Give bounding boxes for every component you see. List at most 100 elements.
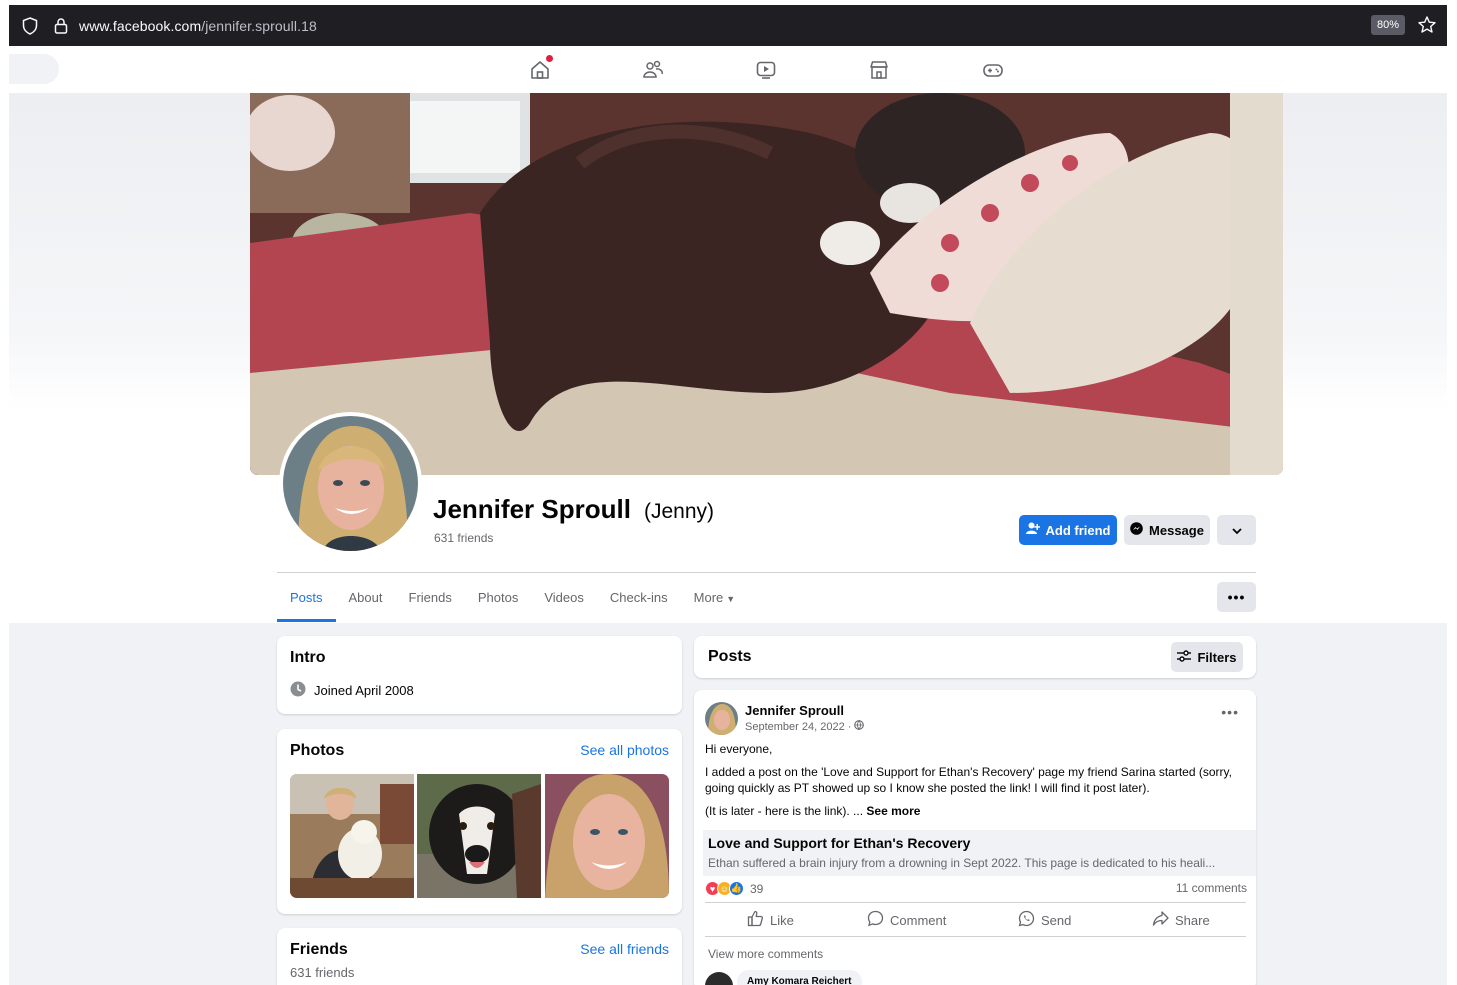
commenter-name[interactable]: Amy Komara Reichert <box>737 970 862 985</box>
notification-dot <box>546 55 553 62</box>
tab-friends[interactable]: Friends <box>396 576 465 622</box>
profile-options-button[interactable]: ••• <box>1217 582 1256 612</box>
joined-info: Joined April 2008 <box>290 681 414 700</box>
globe-icon <box>854 720 865 733</box>
post-later-line: (It is later - here is the link). ... Se… <box>705 803 1250 819</box>
tab-check-ins[interactable]: Check-ins <box>597 576 681 622</box>
header-divider <box>277 572 1256 573</box>
caret-down-icon: ▼ <box>726 594 736 604</box>
message-label: Message <box>1149 522 1204 538</box>
intro-title: Intro <box>290 649 326 666</box>
url-host: www.facebook.com <box>79 17 202 34</box>
comment-count[interactable]: 11 comments <box>1176 881 1247 895</box>
posts-title: Posts <box>708 648 752 665</box>
search-input[interactable] <box>9 54 59 84</box>
see-all-friends-link[interactable]: See all friends <box>580 941 669 957</box>
send-button[interactable]: Send <box>1018 910 1071 930</box>
marketplace-icon[interactable] <box>867 58 891 82</box>
more-dots-icon: ••• <box>1227 589 1246 605</box>
gaming-icon[interactable] <box>981 58 1005 82</box>
profile-nickname: (Jenny) <box>644 500 715 523</box>
reactions-summary[interactable]: ♥ ☺ 👍 39 <box>705 881 763 896</box>
add-friend-label: Add friend <box>1045 522 1111 538</box>
photo-thumbnail[interactable] <box>417 774 541 898</box>
share-label: Share <box>1175 912 1210 928</box>
filters-label: Filters <box>1197 649 1237 665</box>
bookmark-star-icon[interactable] <box>1417 15 1437 35</box>
joined-text: Joined April 2008 <box>314 683 414 698</box>
tab-videos[interactable]: Videos <box>531 576 597 622</box>
like-icon <box>747 910 764 930</box>
link-preview[interactable]: Love and Support for Ethan's Recovery Et… <box>703 830 1256 876</box>
action-divider <box>705 902 1246 903</box>
filters-button[interactable]: Filters <box>1171 642 1243 672</box>
post-body: I added a post on the 'Love and Support … <box>705 765 1232 795</box>
friends-title: Friends <box>290 941 348 958</box>
home-icon[interactable] <box>528 55 553 82</box>
profile-dropdown-button[interactable] <box>1217 515 1256 545</box>
post-author-avatar[interactable] <box>705 702 738 735</box>
friends-icon[interactable] <box>641 58 665 82</box>
link-preview-title: Love and Support for Ethan's Recovery <box>708 835 971 851</box>
friends-count: 631 friends <box>290 965 355 980</box>
comment-label: Comment <box>890 912 947 928</box>
tab-label: About <box>348 590 383 605</box>
commenter-avatar[interactable] <box>705 972 733 985</box>
like-button[interactable]: Like <box>747 910 794 930</box>
tab-label: Photos <box>477 590 519 605</box>
zoom-level-button[interactable]: 80% <box>1370 15 1405 35</box>
add-friend-icon <box>1025 522 1040 538</box>
add-friend-button[interactable]: Add friend <box>1019 515 1117 545</box>
tab-label: More <box>693 590 724 605</box>
facebook-navbar <box>9 46 1447 93</box>
comment-icon <box>867 910 884 930</box>
like-reaction-icon: 👍 <box>729 881 744 896</box>
comments-divider <box>705 936 1246 937</box>
like-label: Like <box>770 912 794 928</box>
filters-icon <box>1177 649 1192 665</box>
url-path: /jennifer.sproull.18 <box>201 17 317 34</box>
messenger-icon <box>1130 522 1143 538</box>
see-more-link[interactable]: See more <box>866 804 920 818</box>
tab-about[interactable]: About <box>336 576 396 622</box>
view-more-comments-link[interactable]: View more comments <box>708 947 823 961</box>
reaction-count: 39 <box>750 881 764 896</box>
message-button[interactable]: Message <box>1124 515 1210 545</box>
shield-icon[interactable] <box>21 16 39 35</box>
see-all-photos-link[interactable]: See all photos <box>580 742 669 758</box>
post-greeting: Hi everyone, <box>705 742 773 756</box>
post-options-icon[interactable]: ••• <box>1221 704 1239 720</box>
share-button[interactable]: Share <box>1152 910 1210 930</box>
tab-label: Videos <box>544 590 584 605</box>
whatsapp-icon <box>1018 910 1035 930</box>
intro-card: Intro Joined April 2008 <box>277 636 682 714</box>
address-bar[interactable]: www.facebook.com/jennifer.sproull.18 <box>79 18 317 34</box>
post-date[interactable]: September 24, 2022 · <box>745 720 865 733</box>
cover-photo[interactable] <box>250 93 1283 475</box>
photos-card: Photos See all photos <box>277 729 682 914</box>
photo-thumbnail[interactable] <box>545 774 669 898</box>
tab-label: Posts <box>290 590 323 605</box>
friend-count[interactable]: 631 friends <box>434 531 493 545</box>
watch-icon[interactable] <box>754 58 778 82</box>
posts-header-card: Posts Filters <box>694 636 1256 678</box>
tab-more[interactable]: More ▼ <box>681 576 749 622</box>
friends-card: Friends See all friends 631 friends <box>277 928 682 985</box>
photos-title: Photos <box>290 742 345 759</box>
tab-photos[interactable]: Photos <box>465 576 531 622</box>
post-later-text: (It is later - here is the link). ... <box>705 804 864 818</box>
send-label: Send <box>1041 912 1072 928</box>
profile-picture[interactable] <box>279 412 422 555</box>
profile-tabs: Posts About Friends Photos Videos Check-… <box>277 576 748 622</box>
comment-button[interactable]: Comment <box>867 910 946 930</box>
tab-label: Check-ins <box>609 590 668 605</box>
post-author-name[interactable]: Jennifer Sproull <box>745 703 844 718</box>
lock-icon[interactable] <box>53 17 69 35</box>
share-icon <box>1152 910 1169 930</box>
photo-thumbnail[interactable] <box>290 774 414 898</box>
browser-toolbar: www.facebook.com/jennifer.sproull.18 80% <box>9 5 1447 46</box>
chevron-down-icon <box>1231 523 1242 538</box>
post-card: Jennifer Sproull September 24, 2022 · ••… <box>694 690 1256 985</box>
tab-posts[interactable]: Posts <box>277 576 336 622</box>
link-preview-description: Ethan suffered a brain injury from a dro… <box>708 856 1216 870</box>
